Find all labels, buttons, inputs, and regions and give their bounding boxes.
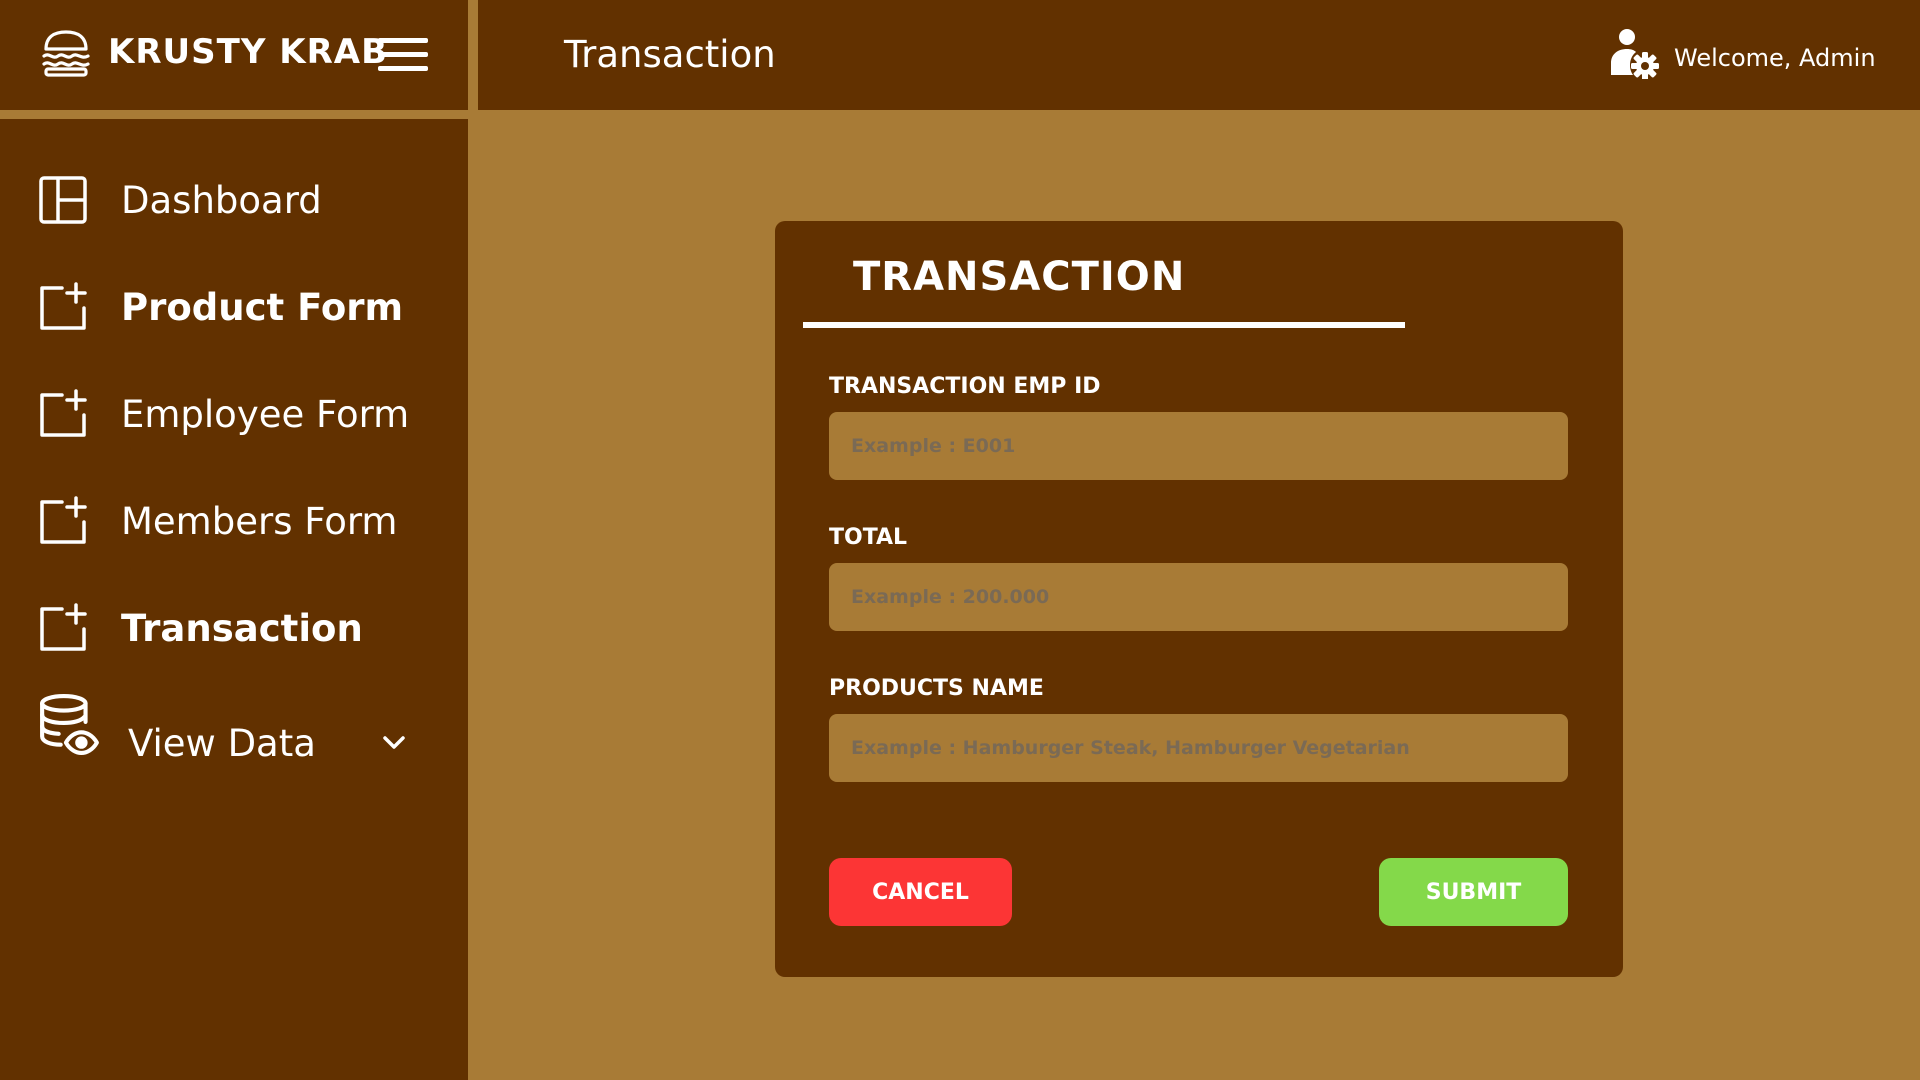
add-box-icon [40, 282, 87, 330]
sidebar-item-members-form[interactable]: Members Form [0, 481, 468, 561]
total-label: TOTAL [829, 525, 908, 550]
sidebar-item-employee-form[interactable]: Employee Form [0, 374, 468, 454]
sidebar-item-label: Transaction [121, 606, 363, 650]
add-box-icon [40, 389, 87, 437]
sidebar-divider [468, 0, 478, 1080]
page-title: Transaction [564, 33, 776, 76]
sidebar-item-label: Members Form [121, 499, 398, 543]
sidebar-item-label: View Data [128, 721, 316, 765]
cancel-button[interactable]: CANCEL [829, 858, 1012, 926]
sidebar-item-dashboard[interactable]: Dashboard [0, 160, 468, 240]
menu-toggle-icon[interactable] [378, 38, 428, 74]
brand: KRUSTY KRAB [0, 0, 468, 110]
burger-icon [42, 30, 90, 77]
brand-name: KRUSTY KRAB [108, 32, 389, 72]
total-input[interactable] [829, 563, 1568, 631]
sidebar-item-label: Product Form [121, 285, 404, 329]
user-settings-icon[interactable] [1608, 27, 1660, 79]
brand-divider [0, 110, 468, 119]
sidebar: KRUSTY KRAB Dashboard Product Form Emplo… [0, 0, 468, 1080]
add-box-icon [40, 496, 87, 544]
dashboard-icon [39, 176, 87, 224]
database-eye-icon [40, 694, 99, 755]
add-box-icon [40, 603, 87, 651]
sidebar-item-view-data[interactable]: View Data [0, 694, 468, 783]
transaction-form-card: TRANSACTION TRANSACTION EMP ID TOTAL PRO… [775, 221, 1623, 977]
welcome-text: Welcome, Admin [1674, 44, 1876, 72]
sidebar-item-product-form[interactable]: Product Form [0, 267, 468, 347]
sidebar-item-label: Dashboard [121, 178, 322, 222]
form-title: TRANSACTION [853, 254, 1186, 300]
title-underline [803, 322, 1405, 328]
sidebar-item-label: Employee Form [121, 392, 410, 436]
products-name-label: PRODUCTS NAME [829, 676, 1044, 701]
products-name-input[interactable] [829, 714, 1568, 782]
sidebar-item-transaction[interactable]: Transaction [0, 588, 468, 668]
submit-button[interactable]: SUBMIT [1379, 858, 1568, 926]
top-bar: Transaction Welcome, Admin [478, 0, 1920, 110]
chevron-down-icon[interactable] [378, 727, 410, 759]
emp-id-input[interactable] [829, 412, 1568, 480]
emp-id-label: TRANSACTION EMP ID [829, 374, 1101, 399]
